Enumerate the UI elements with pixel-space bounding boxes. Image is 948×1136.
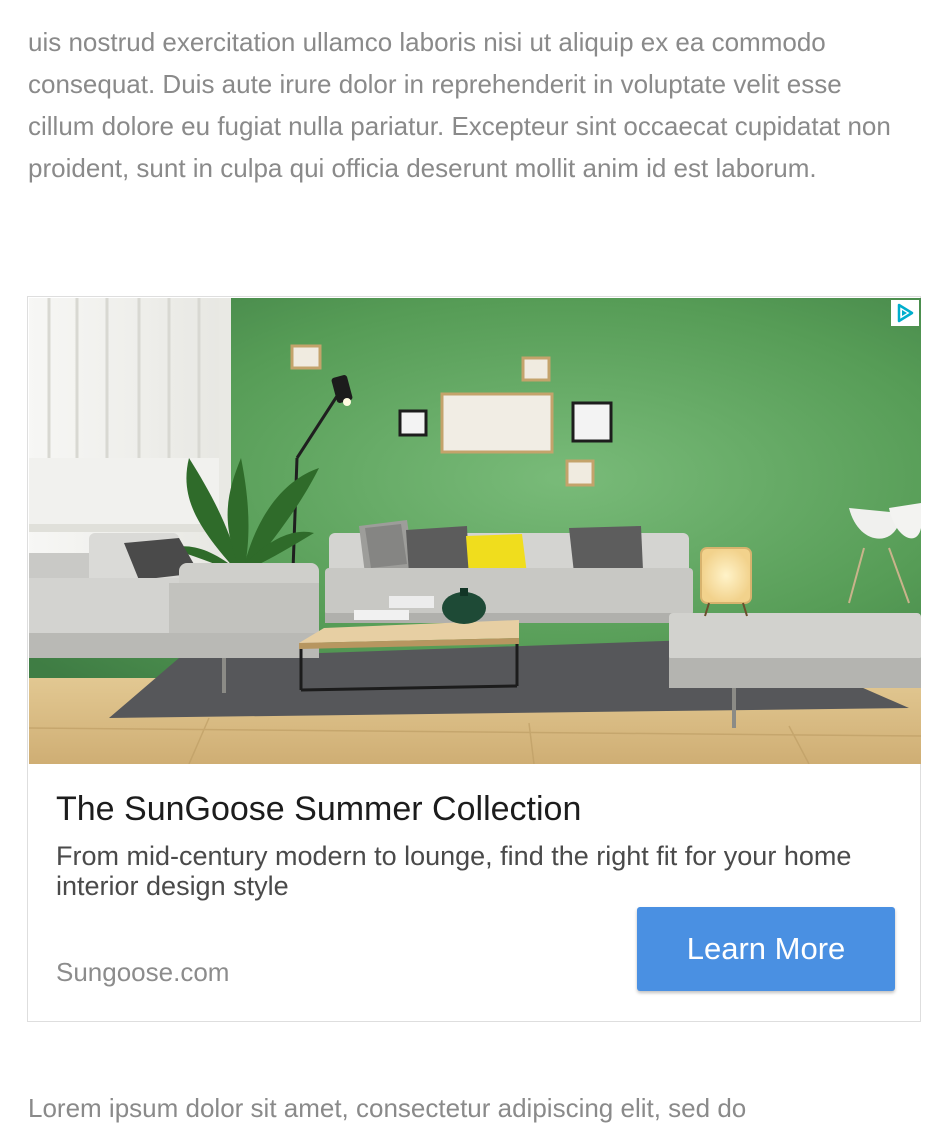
article-paragraph: uis nostrud exercitation ullamco laboris… <box>28 27 891 183</box>
ad-display-url[interactable]: Sungoose.com <box>56 957 229 988</box>
adchoices-icon[interactable] <box>891 300 919 326</box>
learn-more-button[interactable]: Learn More <box>637 907 895 991</box>
article-page: uis nostrud exercitation ullamco laboris… <box>0 0 948 1136</box>
ad-image-living-room[interactable] <box>29 298 921 764</box>
ad-description: From mid-century modern to lounge, find … <box>56 841 852 901</box>
ad-headline[interactable]: The SunGoose Summer Collection <box>56 789 581 829</box>
native-ad-card[interactable]: The SunGoose Summer Collection From mid-… <box>27 296 921 1022</box>
article-paragraph: Lorem ipsum dolor sit amet, consectetur … <box>28 1093 747 1123</box>
